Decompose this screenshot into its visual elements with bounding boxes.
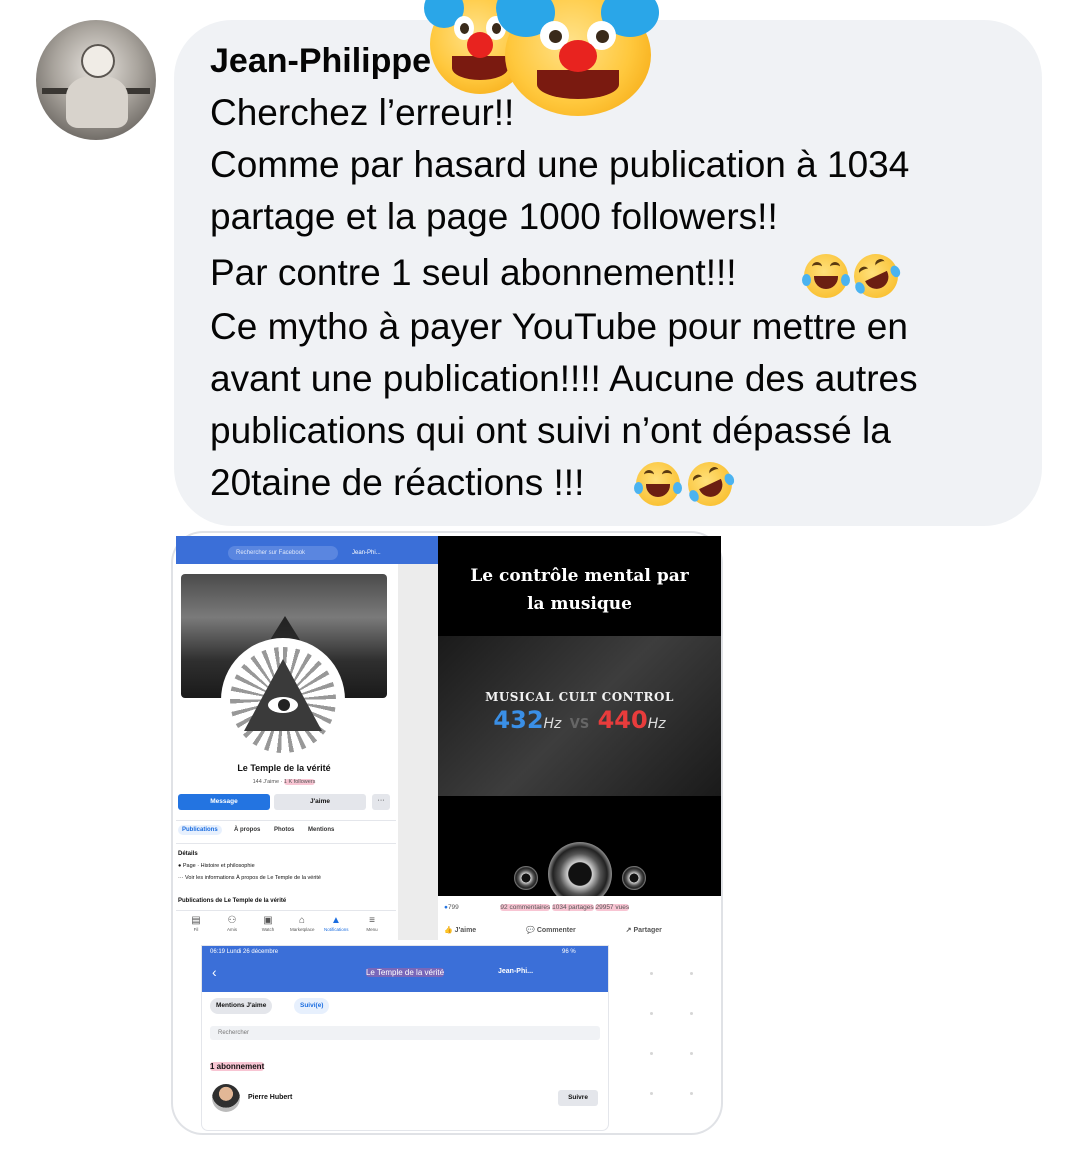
frequency-comparison: 432Hz VS 440Hz — [493, 706, 666, 734]
speaker-icon-right — [622, 866, 646, 890]
laughing-tears-emoji — [634, 462, 682, 506]
fb-topbar: Rechercher sur Facebook Jean-Phi... — [176, 536, 438, 564]
shares-count[interactable]: 1034 partages — [552, 904, 594, 911]
comment-line-3: partage et la page 1000 followers!! — [210, 196, 778, 237]
clown-mouth — [537, 69, 619, 99]
page-details: Détails ● Page · Histoire et philosophie… — [178, 848, 321, 884]
speaker-icon-left — [514, 866, 538, 890]
post-actions: 👍 J'aime 💬 Commenter ↗ Partager — [444, 926, 710, 934]
dots-icon: ··· — [178, 875, 184, 881]
eye-pupil — [278, 699, 290, 711]
comment-line-1: Cherchez l’erreur!! — [210, 92, 515, 133]
subscriptions-search-input[interactable]: Rechercher — [210, 1026, 600, 1040]
sub-user-chip[interactable]: Jean-Phi... — [498, 968, 533, 975]
reactions-count[interactable]: 799 — [448, 904, 459, 911]
more-options-button[interactable]: ··· — [372, 794, 390, 810]
nav-marketplace[interactable]: ⌂ Marketplace — [290, 915, 315, 932]
comment-line-5: Ce mytho à payer YouTube pour mettre en — [210, 306, 908, 347]
status-battery: 96 % — [562, 949, 576, 955]
bell-icon: ▲ — [331, 915, 341, 926]
tab-mentions[interactable]: Mentions — [304, 825, 338, 835]
page-profile-picture[interactable] — [224, 641, 342, 759]
comment-line-2: Comme par hasard une publication à 1034 — [210, 144, 910, 185]
details-title: Détails — [178, 851, 198, 857]
page-name: Le Temple de la vérité — [237, 763, 331, 773]
comments-count[interactable]: 92 commentaires — [500, 904, 551, 911]
freq-432: 432 — [493, 706, 544, 734]
tab-following[interactable]: Suivi(e) — [294, 998, 330, 1014]
menu-icon: ≡ — [369, 915, 375, 926]
like-button[interactable]: 👍 J'aime — [444, 927, 500, 934]
fb-search-input[interactable]: Rechercher sur Facebook — [228, 546, 338, 560]
page-tabs: Publications À propos Photos Mentions — [176, 820, 396, 844]
clown-mouth — [452, 56, 508, 80]
info-icon: ● — [178, 863, 182, 869]
baby-body — [66, 76, 128, 128]
views-count: 29957 vues — [595, 904, 630, 911]
video-post-footer: ●799 92 commentaires 1034 partages 29957… — [438, 896, 721, 942]
speaker-icon-center — [548, 842, 612, 896]
nav-feed[interactable]: ▤ Fil — [184, 915, 208, 932]
status-time: 06:19 Lundi 26 décembre — [210, 949, 279, 955]
like-page-button[interactable]: J'aime — [274, 794, 366, 810]
video-overlay-title: MUSICAL CULT CONTROL — [485, 690, 674, 704]
clown-nose — [559, 40, 597, 73]
nav-friends[interactable]: ⚇ Amis — [220, 915, 244, 932]
marketplace-icon: ⌂ — [298, 915, 306, 926]
page-stats: 144 J'aime · 1 K followers — [252, 779, 316, 785]
watch-icon: ▣ — [263, 915, 273, 926]
nav-notifications[interactable]: ▲ Notifications — [324, 915, 349, 932]
friends-icon: ⚇ — [227, 915, 237, 926]
tab-about[interactable]: À propos — [230, 825, 264, 835]
freq-440: 440 — [597, 706, 648, 734]
subscriptions-page-title: Le Temple de la vérité — [365, 968, 445, 977]
comment-line-4: Par contre 1 seul abonnement!!! — [210, 252, 737, 293]
comment-button[interactable]: 💬 Commenter — [526, 927, 600, 934]
fb-user-chip[interactable]: Jean-Phi... — [352, 546, 432, 560]
tab-page-likes[interactable]: Mentions J'aime — [210, 998, 273, 1014]
share-button[interactable]: ↗ Partager — [626, 927, 686, 934]
likes-count: 144 J'aime — [252, 779, 280, 785]
page-category: Page · Histoire et philosophie — [182, 863, 255, 869]
tab-publications[interactable]: Publications — [178, 825, 222, 835]
nav-menu[interactable]: ≡ Menu — [360, 915, 384, 932]
followers-count-highlighted: 1 K followers — [283, 779, 316, 785]
fb-bottom-nav: ▤ Fil ⚇ Amis ▣ Watch ⌂ Marketplace ▲ Notifica… — [176, 910, 396, 940]
post-stats: ●799 92 commentaires 1034 partages 29957… — [444, 904, 630, 911]
clown-nose — [467, 32, 493, 58]
comment-line-8: 20taine de réactions !!! — [210, 462, 585, 503]
subscriptions-topbar: 06:19 Lundi 26 décembre 96 % ‹ Le Temple… — [202, 946, 608, 992]
comment-author[interactable]: Jean-Philippe — [210, 42, 431, 81]
comment-line-6: avant une publication!!!! Aucune des aut… — [210, 358, 918, 399]
follow-button[interactable]: Suivre — [558, 1090, 598, 1106]
screenshot-gap — [398, 564, 438, 940]
nav-watch[interactable]: ▣ Watch — [256, 915, 280, 932]
comment-line-7: publications qui ont suivi n’ont dépassé… — [210, 410, 891, 451]
message-button[interactable]: Message — [178, 794, 270, 810]
publications-heading: Publications de Le Temple de la vérité — [178, 898, 287, 904]
commenter-avatar[interactable] — [36, 20, 156, 140]
subscriptions-screenshot: 06:19 Lundi 26 décembre 96 % ‹ Le Temple… — [202, 946, 608, 1130]
video-title: Le contrôle mental par la musique — [470, 566, 689, 614]
tab-photos[interactable]: Photos — [270, 825, 298, 835]
avatar[interactable] — [212, 1084, 240, 1112]
subscription-count: 1 abonnement — [210, 1062, 265, 1071]
laughing-tears-emoji — [802, 254, 850, 298]
followed-person-name[interactable]: Pierre Hubert — [248, 1094, 292, 1101]
baby-head — [81, 44, 115, 78]
home-icon: ▤ — [191, 915, 201, 926]
video-post[interactable]: Le contrôle mental par la musique MUSICAL… — [438, 536, 721, 896]
see-about-link[interactable]: Voir les informations À propos de Le Tem… — [185, 875, 321, 881]
